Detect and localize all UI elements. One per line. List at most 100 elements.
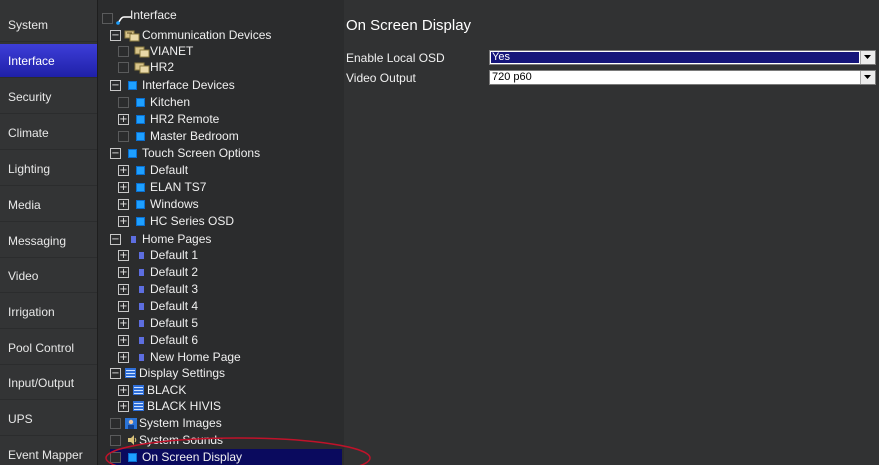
nav-item-video[interactable]: Video — [0, 259, 97, 293]
expand-toggle[interactable]: + — [118, 216, 129, 227]
collapse-toggle[interactable]: − — [110, 368, 121, 379]
page-icon — [139, 252, 144, 259]
tree-item-new-home-page[interactable]: + New Home Page — [118, 349, 342, 366]
nav-item-climate[interactable]: Climate — [0, 116, 97, 150]
tree-item-vianet[interactable]: VIANET — [118, 43, 342, 60]
tree-checkbox[interactable] — [110, 435, 121, 446]
blue-square-icon — [136, 132, 145, 141]
tree-item-home-pages[interactable]: − Home Pages — [110, 231, 342, 248]
expand-toggle[interactable]: + — [118, 250, 129, 261]
tree-item-label: Default 3 — [150, 282, 199, 296]
nav-item-pool-control[interactable]: Pool Control — [0, 331, 97, 365]
tree-item-label: HC Series OSD — [150, 214, 235, 228]
tree-item-default-3[interactable]: + Default 3 — [118, 281, 342, 298]
tree-item-label: Default 5 — [150, 316, 199, 330]
tree-item-elan-ts7[interactable]: + ELAN TS7 — [118, 179, 342, 196]
tree-item-interface[interactable]: Interface — [102, 8, 342, 27]
tree-item-windows[interactable]: + Windows — [118, 196, 342, 213]
tree-item-default-6[interactable]: + Default 6 — [118, 332, 342, 349]
dropdown-value: 720 p60 — [492, 71, 532, 83]
blue-square-icon — [136, 166, 145, 175]
tree-item-on-screen-display[interactable]: On Screen Display — [110, 449, 342, 465]
tree-checkbox[interactable] — [118, 97, 129, 108]
tree-item-system-sounds[interactable]: System Sounds — [110, 432, 342, 449]
collapse-toggle[interactable]: − — [110, 30, 121, 41]
tree-item-label: HR2 — [150, 60, 175, 74]
collapse-toggle[interactable]: − — [110, 234, 121, 245]
tree-item-communication-devices[interactable]: − Communication Devices — [110, 27, 342, 44]
expand-toggle[interactable]: + — [118, 284, 129, 295]
tree-checkbox[interactable] — [110, 418, 121, 429]
tree-item-label: New Home Page — [150, 350, 241, 364]
expand-toggle[interactable]: + — [118, 267, 129, 278]
expand-toggle[interactable]: + — [118, 318, 129, 329]
selection-highlight — [491, 52, 859, 63]
tree-checkbox[interactable] — [110, 452, 121, 463]
expand-toggle[interactable]: + — [118, 199, 129, 210]
video-output-dropdown[interactable]: 720 p60 — [489, 70, 876, 85]
expand-toggle[interactable]: + — [118, 165, 129, 176]
tree-checkbox[interactable] — [118, 46, 129, 57]
nav-item-event-mapper[interactable]: Event Mapper — [0, 438, 97, 465]
nav-item-system[interactable]: System — [0, 8, 97, 42]
network-device-icon — [134, 46, 150, 58]
expand-toggle[interactable]: + — [118, 301, 129, 312]
tree-item-interface-devices[interactable]: − Interface Devices — [110, 77, 342, 94]
nav-item-ups[interactable]: UPS — [0, 402, 97, 436]
nav-item-security[interactable]: Security — [0, 80, 97, 114]
tree-item-label: BLACK HIVIS — [147, 399, 222, 413]
blue-square-icon — [128, 453, 137, 462]
sidebar-nav: System Interface Security Climate Lighti… — [0, 0, 97, 465]
collapse-toggle[interactable]: − — [110, 80, 121, 91]
nav-item-interface[interactable]: Interface — [0, 44, 97, 78]
tree-item-hr2-remote[interactable]: + HR2 Remote — [118, 111, 342, 128]
tree-item-default-4[interactable]: + Default 4 — [118, 298, 342, 315]
tree-item-label: ELAN TS7 — [150, 180, 207, 194]
enable-local-osd-dropdown[interactable]: Yes — [489, 50, 876, 65]
blue-square-icon — [136, 115, 145, 124]
expand-toggle[interactable]: + — [118, 401, 129, 412]
nav-item-input-output[interactable]: Input/Output — [0, 366, 97, 400]
tree-item-master-bedroom[interactable]: Master Bedroom — [118, 128, 342, 145]
tree-item-touch-screen-options[interactable]: − Touch Screen Options — [110, 145, 342, 162]
tree-item-kitchen[interactable]: Kitchen — [118, 94, 342, 111]
settings-panel: On Screen Display Enable Local OSD Yes V… — [344, 0, 879, 465]
blue-square-icon — [128, 81, 137, 90]
tree-item-default-2[interactable]: + Default 2 — [118, 264, 342, 281]
tree-item-system-images[interactable]: System Images — [110, 415, 342, 432]
tree-checkbox[interactable] — [102, 13, 113, 24]
tree-item-default-5[interactable]: + Default 5 — [118, 315, 342, 332]
chevron-down-icon[interactable] — [860, 71, 875, 84]
chevron-down-icon[interactable] — [860, 51, 875, 64]
nav-item-media[interactable]: Media — [0, 188, 97, 222]
blue-square-icon — [128, 149, 137, 158]
tree-item-label: Kitchen — [150, 95, 191, 109]
expand-toggle[interactable]: + — [118, 114, 129, 125]
tree-item-black[interactable]: + BLACK — [118, 382, 342, 399]
page-icon — [139, 337, 144, 344]
tree-item-hc-series-osd[interactable]: + HC Series OSD — [118, 213, 342, 230]
nav-item-messaging[interactable]: Messaging — [0, 224, 97, 258]
tree-item-hr2[interactable]: HR2 — [118, 59, 342, 76]
tree-item-label: Home Pages — [142, 232, 212, 246]
tree-checkbox[interactable] — [118, 131, 129, 142]
expand-toggle[interactable]: + — [118, 182, 129, 193]
nav-item-irrigation[interactable]: Irrigation — [0, 295, 97, 329]
nav-item-lighting[interactable]: Lighting — [0, 152, 97, 186]
tree-item-label: Default 4 — [150, 299, 199, 313]
expand-toggle[interactable]: + — [118, 352, 129, 363]
collapse-toggle[interactable]: − — [110, 148, 121, 159]
blue-square-icon — [136, 200, 145, 209]
tree-item-black-hivis[interactable]: + BLACK HIVIS — [118, 398, 342, 415]
tree-checkbox[interactable] — [118, 62, 129, 73]
tree-item-default-1[interactable]: + Default 1 — [118, 247, 342, 264]
page-icon — [139, 269, 144, 276]
tree-item-display-settings[interactable]: − Display Settings — [110, 365, 342, 382]
tree-item-default[interactable]: + Default — [118, 162, 342, 179]
network-device-icon — [124, 30, 140, 42]
tree-item-label: Default — [150, 163, 189, 177]
expand-toggle[interactable]: + — [118, 385, 129, 396]
expand-toggle[interactable]: + — [118, 335, 129, 346]
dropdown-value: Yes — [492, 51, 510, 63]
page-icon — [139, 320, 144, 327]
